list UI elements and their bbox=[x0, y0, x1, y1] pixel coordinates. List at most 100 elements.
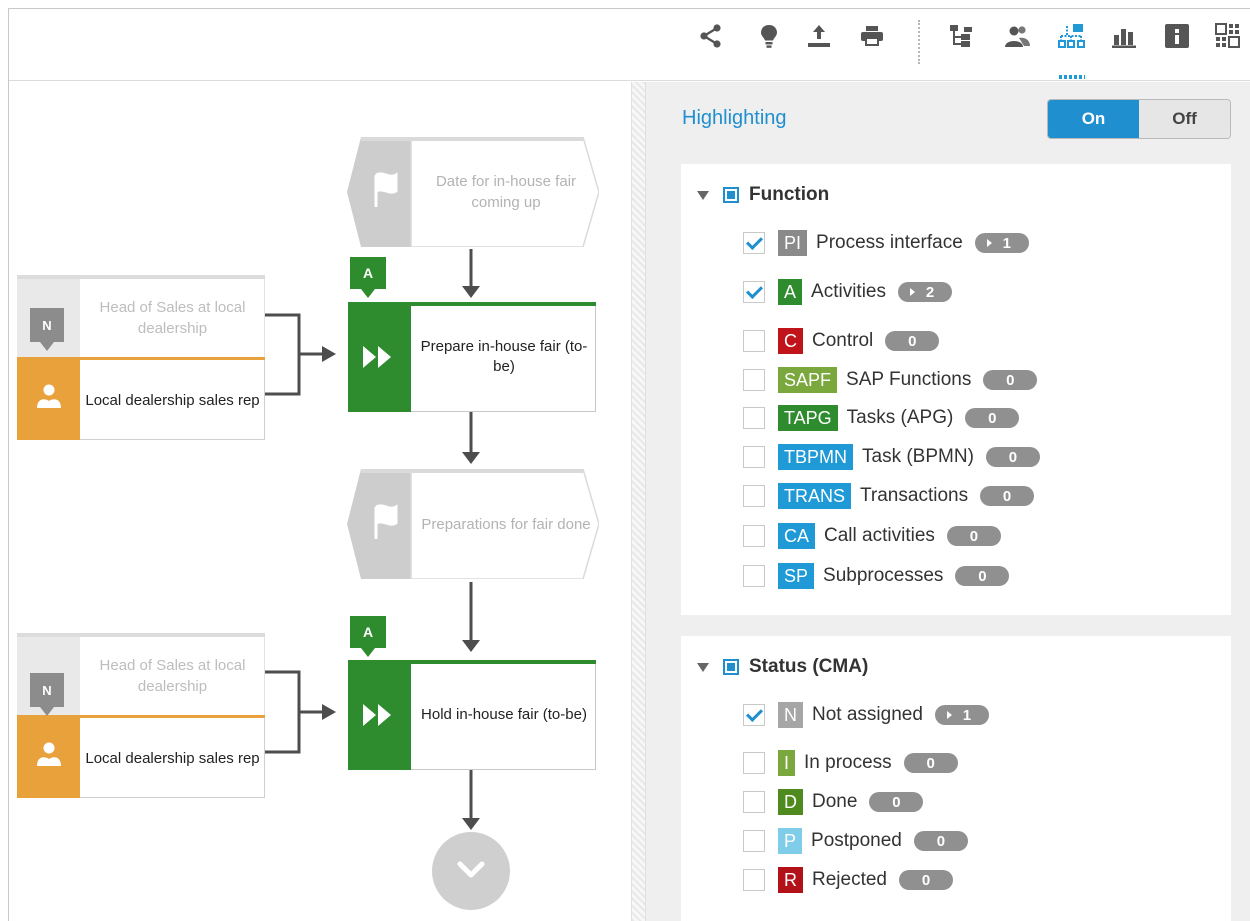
info-icon[interactable] bbox=[1163, 22, 1191, 50]
filter-row[interactable]: PI Process interface 1 bbox=[743, 228, 1029, 258]
role-block-1[interactable]: Head of Sales at local dealership Local … bbox=[17, 275, 265, 440]
role-block-2[interactable]: Head of Sales at local dealership Local … bbox=[17, 633, 265, 798]
function-label: Hold in-house fair (to-be) bbox=[421, 706, 587, 723]
lightbulb-icon[interactable] bbox=[755, 22, 783, 50]
filter-count-badge: 0 bbox=[913, 831, 968, 851]
function-prepare-fair[interactable]: Prepare in-house fair (to-be) bbox=[348, 302, 596, 412]
filter-tag: SAPF bbox=[778, 367, 838, 393]
filter-checkbox[interactable] bbox=[743, 446, 765, 468]
count-value: 0 bbox=[908, 332, 917, 350]
upload-icon[interactable] bbox=[805, 22, 833, 50]
toggle-on-button[interactable]: On bbox=[1048, 100, 1139, 138]
users-icon[interactable] bbox=[1003, 22, 1031, 50]
filter-checkbox[interactable] bbox=[743, 281, 765, 303]
group-title: Function bbox=[749, 184, 830, 205]
filter-count-badge[interactable]: 1 bbox=[974, 233, 1029, 253]
diagram-canvas[interactable]: Date for in-house fair coming up Head of… bbox=[9, 82, 631, 921]
count-value: 0 bbox=[892, 793, 901, 811]
filter-checkbox[interactable] bbox=[743, 525, 765, 547]
print-icon[interactable] bbox=[858, 22, 886, 50]
function-hold-fair[interactable]: Hold in-house fair (to-be) bbox=[348, 660, 596, 770]
role-color-strip bbox=[17, 718, 80, 798]
panel-splitter[interactable] bbox=[631, 82, 646, 921]
filter-checkbox[interactable] bbox=[743, 704, 765, 726]
status-group-header[interactable]: Status (CMA) bbox=[697, 655, 868, 679]
status-tag-n: N bbox=[30, 673, 64, 716]
event-date-fair-coming-up[interactable]: Date for in-house fair coming up bbox=[347, 137, 599, 247]
filter-tag: TAPG bbox=[778, 405, 838, 431]
active-tab-indicator bbox=[1059, 75, 1085, 79]
filter-tag: P bbox=[778, 828, 803, 854]
function-tag-a: A bbox=[350, 616, 386, 657]
filter-count-badge[interactable]: 2 bbox=[897, 282, 952, 302]
filter-label: Control bbox=[812, 330, 874, 351]
filter-label: Postponed bbox=[811, 830, 902, 851]
filter-label: Tasks (APG) bbox=[846, 407, 954, 428]
filter-checkbox[interactable] bbox=[743, 565, 765, 587]
filter-label: Call activities bbox=[824, 525, 935, 546]
filter-checkbox[interactable] bbox=[743, 485, 765, 507]
group-checkbox[interactable] bbox=[723, 187, 739, 203]
filter-row[interactable]: P Postponed 0 bbox=[743, 826, 968, 856]
filter-count-badge: 0 bbox=[955, 566, 1010, 586]
filter-checkbox[interactable] bbox=[743, 369, 765, 391]
filter-row[interactable]: CA Call activities 0 bbox=[743, 521, 1001, 551]
event-preparations-done[interactable]: Preparations for fair done bbox=[347, 469, 599, 579]
expand-process-button[interactable] bbox=[432, 832, 510, 910]
count-value: 0 bbox=[978, 567, 987, 585]
highlighting-toggle[interactable]: On Off bbox=[1047, 99, 1231, 139]
filter-row[interactable]: SAPF SAP Functions 0 bbox=[743, 365, 1038, 395]
toggle-off-button[interactable]: Off bbox=[1139, 100, 1230, 138]
filter-checkbox[interactable] bbox=[743, 752, 765, 774]
collapse-triangle-icon[interactable] bbox=[697, 190, 709, 200]
role-top-label: Head of Sales at local dealership bbox=[99, 299, 246, 337]
filter-count-badge: 0 bbox=[869, 792, 924, 812]
filter-count-badge[interactable]: 1 bbox=[934, 705, 989, 725]
filter-row[interactable]: TAPG Tasks (APG) 0 bbox=[743, 403, 1020, 433]
status-filter-group: Status (CMA) N Not assigned 1 I In process 0 D… bbox=[681, 636, 1231, 921]
filter-checkbox[interactable] bbox=[743, 869, 765, 891]
toolbar-separator bbox=[918, 20, 920, 64]
function-group-header[interactable]: Function bbox=[697, 183, 829, 207]
share-icon[interactable] bbox=[697, 22, 725, 50]
filter-row[interactable]: N Not assigned 1 bbox=[743, 700, 989, 730]
event-label: Preparations for fair done bbox=[421, 515, 591, 533]
filter-tag: D bbox=[778, 789, 803, 815]
count-value: 1 bbox=[962, 706, 972, 724]
filter-label: Rejected bbox=[812, 869, 887, 890]
filter-row[interactable]: A Activities 2 bbox=[743, 277, 952, 307]
filter-row[interactable]: D Done 0 bbox=[743, 787, 924, 817]
filter-label: Process interface bbox=[816, 232, 963, 253]
filter-label: Subprocesses bbox=[823, 565, 944, 586]
filter-row[interactable]: I In process 0 bbox=[743, 748, 958, 778]
filter-checkbox[interactable] bbox=[743, 407, 765, 429]
filter-row[interactable]: SP Subprocesses 0 bbox=[743, 561, 1010, 591]
filter-tag: R bbox=[778, 867, 803, 893]
filter-count-badge: 0 bbox=[965, 408, 1020, 428]
filter-row[interactable]: C Control 0 bbox=[743, 326, 940, 356]
count-value: 0 bbox=[1006, 371, 1015, 389]
chevron-down-icon bbox=[457, 861, 485, 878]
filter-label: Transactions bbox=[860, 485, 969, 506]
grid-view-icon[interactable] bbox=[1214, 22, 1242, 50]
count-value: 0 bbox=[926, 754, 935, 772]
filter-checkbox[interactable] bbox=[743, 830, 765, 852]
filter-row[interactable]: TRANS Transactions 0 bbox=[743, 481, 1035, 511]
highlight-diagram-icon[interactable] bbox=[1058, 22, 1086, 50]
filter-checkbox[interactable] bbox=[743, 330, 765, 352]
filter-tag: N bbox=[778, 702, 803, 728]
filter-row[interactable]: R Rejected 0 bbox=[743, 865, 953, 895]
fast-forward-icon bbox=[363, 704, 391, 726]
collapse-triangle-icon[interactable] bbox=[697, 662, 709, 672]
filter-checkbox[interactable] bbox=[743, 232, 765, 254]
filter-tag: CA bbox=[778, 523, 816, 549]
filter-tag: SP bbox=[778, 563, 815, 589]
group-checkbox[interactable] bbox=[723, 659, 739, 675]
filter-tag: TRANS bbox=[778, 483, 852, 509]
hierarchy-icon[interactable] bbox=[947, 22, 975, 50]
bar-chart-icon[interactable] bbox=[1110, 22, 1138, 50]
filter-row[interactable]: TBPMN Task (BPMN) 0 bbox=[743, 442, 1040, 472]
function-label: Prepare in-house fair (to-be) bbox=[420, 338, 588, 375]
filter-checkbox[interactable] bbox=[743, 791, 765, 813]
count-value: 0 bbox=[1002, 487, 1012, 505]
